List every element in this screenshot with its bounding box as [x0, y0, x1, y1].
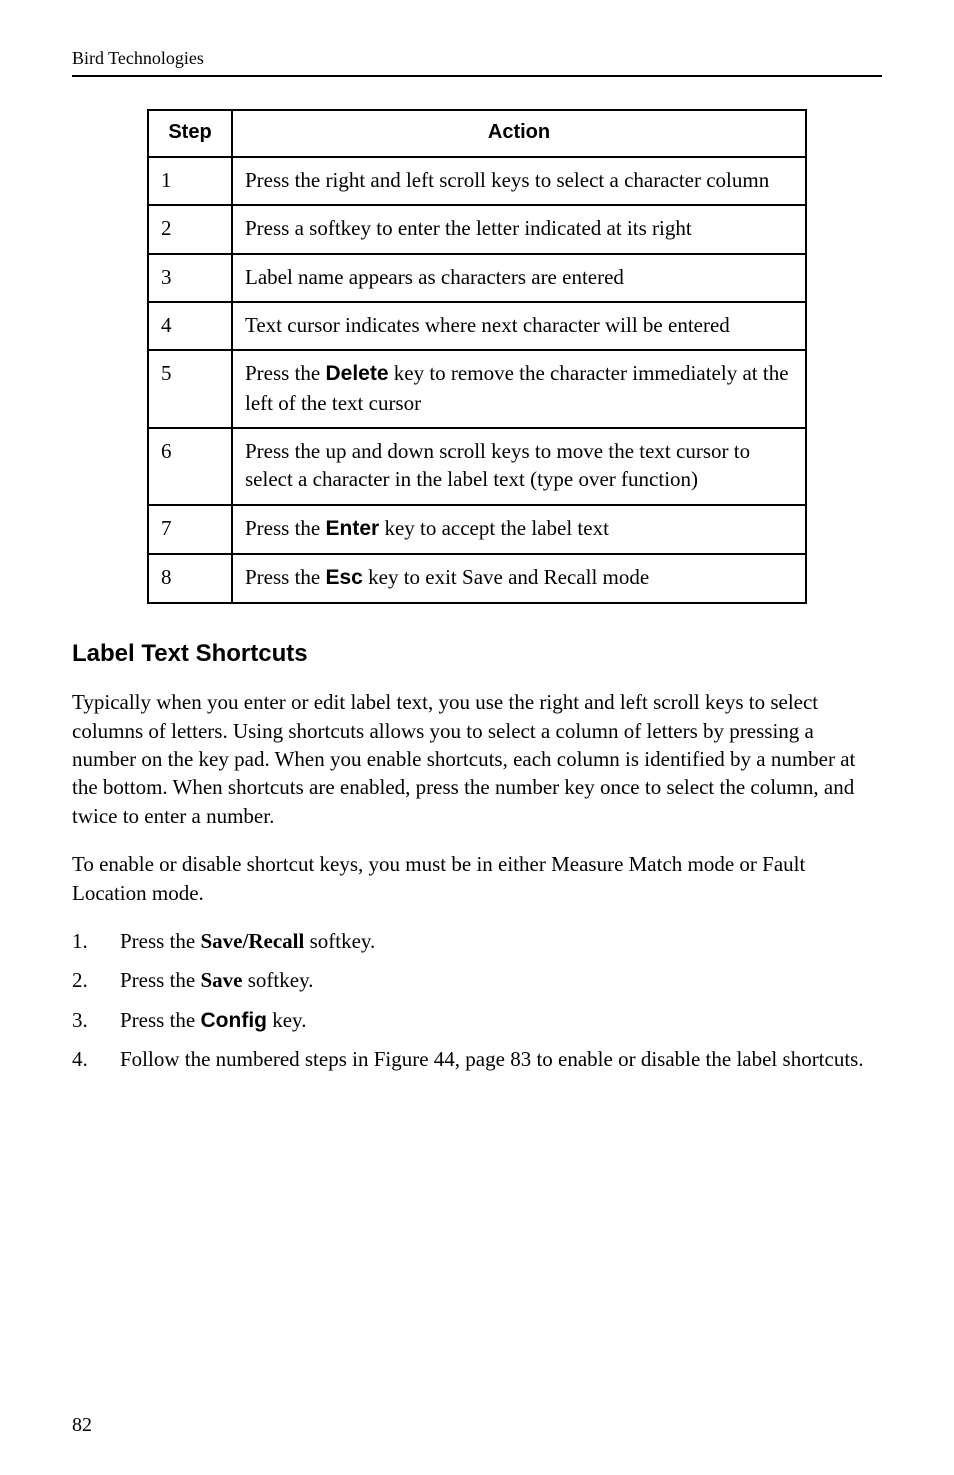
cell-action: Press the up and down scroll keys to mov…: [232, 428, 806, 505]
running-head: Bird Technologies: [72, 48, 882, 77]
table-row: 4 Text cursor indicates where next chara…: [148, 302, 806, 350]
cell-step: 1: [148, 157, 232, 205]
key-name: Config: [201, 1009, 267, 1032]
cell-action: Text cursor indicates where next charact…: [232, 302, 806, 350]
table-row: 6 Press the up and down scroll keys to m…: [148, 428, 806, 505]
key-name: Esc: [326, 566, 363, 589]
cell-step: 3: [148, 254, 232, 302]
key-name: Enter: [326, 517, 380, 540]
cell-step: 6: [148, 428, 232, 505]
cell-step: 7: [148, 505, 232, 554]
cell-action: Press a softkey to enter the letter indi…: [232, 205, 806, 253]
cell-action: Press the right and left scroll keys to …: [232, 157, 806, 205]
cell-action: Label name appears as characters are ent…: [232, 254, 806, 302]
section-heading: Label Text Shortcuts: [72, 640, 882, 668]
cell-action: Press the Delete key to remove the chara…: [232, 350, 806, 428]
cell-step: 2: [148, 205, 232, 253]
th-step: Step: [148, 110, 232, 157]
table-row: 8 Press the Esc key to exit Save and Rec…: [148, 554, 806, 603]
table-row: 5 Press the Delete key to remove the cha…: [148, 350, 806, 428]
table-row: 1 Press the right and left scroll keys t…: [148, 157, 806, 205]
key-name: Save/Recall: [201, 929, 305, 953]
cell-step: 8: [148, 554, 232, 603]
page-number: 82: [72, 1414, 92, 1437]
list-item: Press the Save/Recall softkey.: [72, 927, 882, 956]
cell-action: Press the Enter key to accept the label …: [232, 505, 806, 554]
list-item: Press the Config key.: [72, 1006, 882, 1035]
list-item: Follow the numbered steps in Figure 44, …: [72, 1045, 882, 1074]
key-name: Delete: [326, 362, 389, 385]
cell-action: Press the Esc key to exit Save and Recal…: [232, 554, 806, 603]
cell-step: 5: [148, 350, 232, 428]
table-row: 7 Press the Enter key to accept the labe…: [148, 505, 806, 554]
instructions-list: Press the Save/Recall softkey. Press the…: [72, 927, 882, 1075]
table-row: 2 Press a softkey to enter the letter in…: [148, 205, 806, 253]
cell-step: 4: [148, 302, 232, 350]
body-paragraph: Typically when you enter or edit label t…: [72, 688, 882, 830]
table-row: 3 Label name appears as characters are e…: [148, 254, 806, 302]
steps-table: Step Action 1 Press the right and left s…: [147, 109, 807, 604]
list-item: Press the Save softkey.: [72, 966, 882, 995]
body-paragraph: To enable or disable shortcut keys, you …: [72, 850, 882, 907]
th-action: Action: [232, 110, 806, 157]
key-name: Save: [201, 968, 243, 992]
